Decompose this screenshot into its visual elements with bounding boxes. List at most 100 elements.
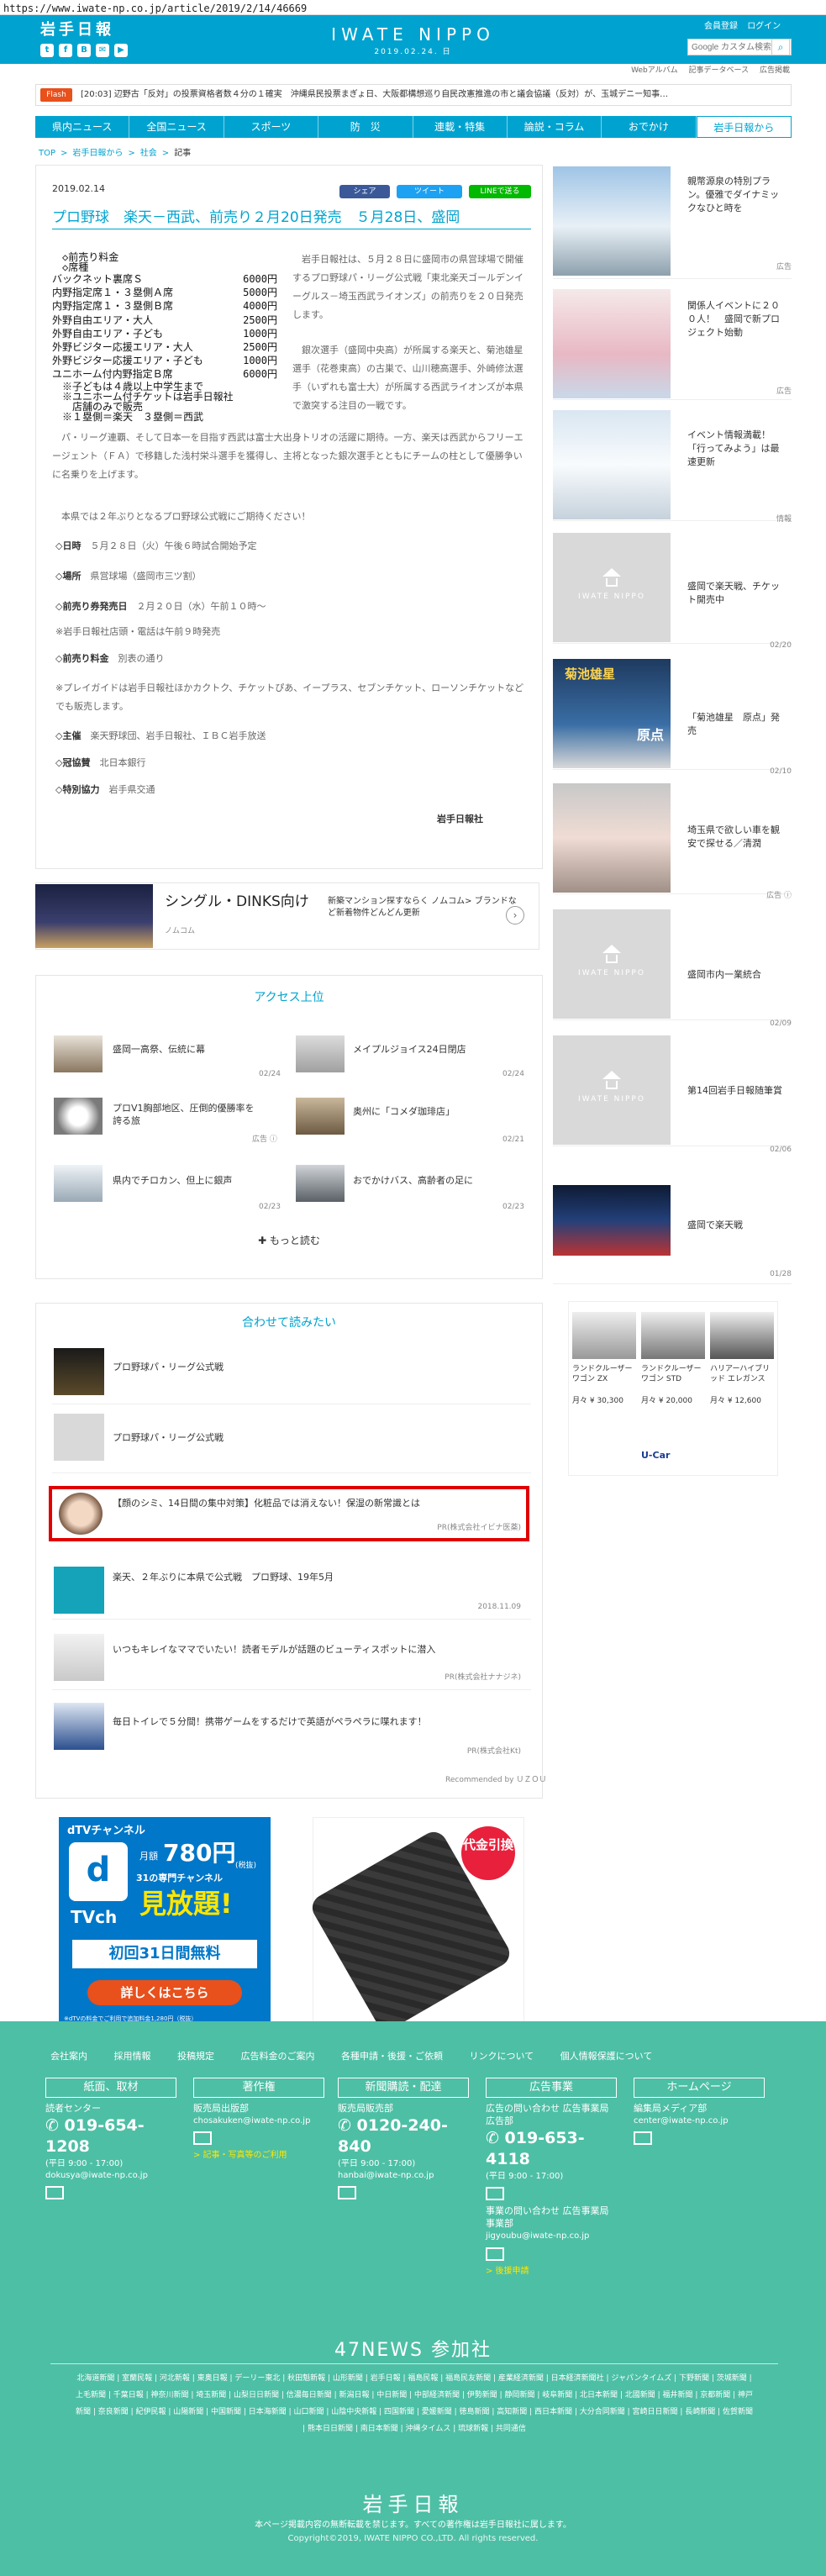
car-name[interactable]: ランドクルーザー ワゴン STD (641, 1364, 705, 1384)
subnav-album[interactable]: Webアルバム (631, 66, 678, 75)
ranking-thumbnail[interactable] (296, 1165, 345, 1202)
envelope-icon[interactable] (634, 2131, 652, 2146)
car-name[interactable]: ランドクルーザーワゴン ZX (572, 1364, 636, 1384)
footer-link-rules[interactable]: 投稿規定 (177, 2051, 214, 2062)
sidebar-item-title[interactable]: 第14回岩手日報随筆賞 (687, 1084, 788, 1098)
ranking-thumbnail[interactable] (296, 1035, 345, 1072)
flash-headline[interactable]: [20:03] 辺野古「反対」の投票資格者数４分の１確実 沖縄県民投票まぎょ日、… (81, 89, 787, 101)
sidebar-thumbnail-ski[interactable] (553, 166, 671, 276)
sidebar-item-title[interactable]: 親幣源泉の特別プラン。優雅でダイナミックなひと時を (687, 175, 788, 215)
envelope-icon[interactable] (193, 2131, 212, 2146)
sidebar-thumbnail-snow[interactable] (553, 410, 671, 519)
iwate-nippo-placeholder-icon[interactable]: IWATE NIPPO (553, 1035, 671, 1145)
ranking-item[interactable]: 県内でチロカン、但上に銀声 (113, 1175, 255, 1188)
phone-number[interactable]: ✆ 019-654-1208 (45, 2115, 176, 2158)
nav-editorials[interactable]: 論説・コラム (508, 116, 602, 138)
dtv-ad[interactable]: dTVチャンネル d TVch 月額 780円 (税抜) 31の専門チャンネル … (59, 1817, 271, 2036)
breadcrumb-from-iwate[interactable]: 岩手日報から (72, 149, 123, 158)
ranking-item[interactable]: おでかけバス、高齢者の足に (353, 1175, 496, 1188)
related-item[interactable]: プロ野球パ・リーグ公式戦 (113, 1362, 524, 1374)
sidebar-item-title[interactable]: 関係人イベントに２００人！ 盛岡で新プロジェクト始動 (687, 299, 788, 340)
ranking-thumbnail[interactable] (54, 1035, 103, 1072)
breadcrumb-top[interactable]: TOP (39, 149, 55, 158)
iwate-nippo-placeholder-icon[interactable]: IWATE NIPPO (553, 909, 671, 1019)
ad-title[interactable]: シングル・DINKS向け (165, 893, 309, 912)
nav-national-news[interactable]: 全国ニュース (129, 116, 224, 138)
related-thumbnail[interactable] (54, 1703, 104, 1750)
read-more-button[interactable]: ✚ もっと読む (35, 1234, 543, 1247)
sidebar-item-title[interactable]: 盛岡で楽天戦 (687, 1219, 788, 1232)
sidebar-item-title[interactable]: イベント情報満載！「行ってみよう」は最速更新 (687, 429, 788, 469)
sidebar-car-ad[interactable]: ランドクルーザーワゴン ZX 月々 ¥ 30,300 ランドクルーザー ワゴン … (568, 1301, 778, 1476)
ranking-thumbnail[interactable] (296, 1098, 345, 1135)
footer-link-support[interactable]: > 後援申請 (486, 2266, 617, 2278)
iwate-nippo-placeholder-icon[interactable]: IWATE NIPPO (553, 533, 671, 642)
subnav-ads[interactable]: 広告掲載 (760, 66, 790, 75)
search-button[interactable]: ⌕ (771, 39, 790, 55)
sidebar-thumbnail-book[interactable]: 菊池雄星 原点 (553, 659, 671, 768)
sidebar-item-title[interactable]: 「菊池雄星 原点」発売 (687, 711, 788, 738)
sidebar-thumbnail-car[interactable] (553, 783, 671, 893)
nav-disaster[interactable]: 防 災 (318, 116, 413, 138)
register-link[interactable]: 会員登録 (704, 22, 738, 31)
nav-sports[interactable]: スポーツ (224, 116, 319, 138)
related-thumbnail[interactable] (59, 1493, 103, 1535)
nav-from-iwate-nippo[interactable]: 岩手日報から (696, 116, 792, 138)
envelope-icon[interactable] (486, 2247, 504, 2261)
envelope-icon[interactable] (338, 2186, 356, 2200)
sidebar-item-title[interactable]: 盛岡市内一業統合 (687, 968, 788, 982)
footer-email[interactable]: dokusya@iwate-np.co.jp (45, 2170, 176, 2182)
footer-email[interactable]: chosakuken@iwate-np.co.jp (193, 2115, 324, 2127)
footer-link-linking[interactable]: リンクについて (470, 2051, 534, 2062)
ranking-thumbnail[interactable] (54, 1165, 103, 1202)
ad-cityscape-image[interactable] (35, 884, 153, 948)
ranking-item[interactable]: 盛岡一高祭、伝統に幕 (113, 1044, 255, 1056)
ad-description[interactable]: 新築マンション探すならく ノムコム> ブランドなど新着物件どんどん更新 (328, 896, 521, 919)
related-thumbnail[interactable] (54, 1348, 104, 1395)
ranking-item[interactable]: メイプルジョイス24日閉店 (353, 1044, 496, 1056)
phone-number[interactable]: ✆ 019-653-4118 (486, 2128, 617, 2171)
footer-member-papers[interactable]: 北海道新聞 | 室蘭民報 | 河北新報 | 東奥日報 | デーリー東北 | 秋田… (74, 2370, 755, 2437)
footer-link-recruit[interactable]: 採用情報 (114, 2051, 151, 2062)
recommended-by[interactable]: Recommended by ＵＺＯＵ (445, 1775, 546, 1785)
sidebar-item-title[interactable]: 盛岡で楽天戦、チケット開売中 (687, 580, 788, 607)
nav-outings[interactable]: おでかけ (602, 116, 697, 138)
related-item[interactable]: 毎日トイレで５分間！携帯ゲームをするだけで英語がペラペラに喋れます！ (113, 1716, 524, 1729)
dtv-details-button[interactable]: 詳しくはこちら (87, 1980, 242, 2005)
breadcrumb-society[interactable]: 社会 (140, 149, 157, 158)
related-item[interactable]: 楽天、２年ぶりに本県で公式戦 プロ野球、19年5月 (113, 1572, 524, 1584)
related-item[interactable]: 【顔のシミ、14日間の集中対策】化粧品では消えない！保湿の新常識とは (113, 1498, 524, 1510)
footer-link-privacy[interactable]: 個人情報保護について (560, 2051, 653, 2062)
footer-link-company[interactable]: 会社案内 (50, 2051, 87, 2062)
car-name[interactable]: ハリアーハイブリッド エレガンス (710, 1364, 774, 1384)
footer-link-usage[interactable]: > 記事・写真等のご利用 (193, 2150, 324, 2162)
footer-email[interactable]: hanbai@iwate-np.co.jp (338, 2170, 469, 2182)
ranking-item[interactable]: 奥州に「コメダ珈琲店」 (353, 1106, 496, 1119)
related-thumbnail[interactable] (54, 1567, 104, 1614)
wallet-ad[interactable]: 代金引換 (308, 1817, 524, 2036)
nav-features[interactable]: 連載・特集 (413, 116, 508, 138)
tweet-button[interactable]: ツイート (397, 185, 462, 198)
sidebar-thumbnail-stadium[interactable] (553, 1185, 671, 1256)
ranking-thumbnail[interactable] (54, 1098, 103, 1135)
phone-number[interactable]: ✆ 0120-240-840 (338, 2115, 469, 2158)
ranking-item[interactable]: プロV1胸部地区、圧倒的優勝率を誇る旅 (113, 1103, 255, 1128)
browser-url[interactable]: https://www.iwate-np.co.jp/article/2019/… (0, 0, 826, 15)
line-share-button[interactable]: LINEで送る (469, 185, 531, 198)
footer-email[interactable]: jigyoubu@iwate-np.co.jp (486, 2231, 617, 2242)
related-thumbnail[interactable] (54, 1634, 104, 1681)
footer-logo[interactable]: 岩手日報 (0, 2491, 826, 2518)
related-thumbnail[interactable] (54, 1414, 104, 1461)
envelope-icon[interactable] (486, 2187, 504, 2201)
footer-link-ad-rates[interactable]: 広告料金のご案内 (241, 2051, 315, 2062)
sidebar-item-title[interactable]: 埼玉県で欲しい車を観安で探せる／清潤 (687, 824, 788, 851)
related-item[interactable]: プロ野球パ・リーグ公式戦 (113, 1432, 524, 1445)
footer-link-applications[interactable]: 各種申請・後援・ご依頼 (341, 2051, 443, 2062)
subnav-database[interactable]: 記事データベース (689, 66, 750, 75)
login-link[interactable]: ログイン (747, 22, 781, 31)
related-item[interactable]: いつもキレイなママでいたい！読者モデルが話題のビューティスポットに潜入 (113, 1644, 524, 1657)
chevron-right-icon[interactable]: › (506, 906, 524, 925)
facebook-share-button[interactable]: シェア (339, 185, 390, 198)
envelope-icon[interactable] (45, 2186, 64, 2200)
nav-prefecture-news[interactable]: 県内ニュース (35, 116, 130, 138)
